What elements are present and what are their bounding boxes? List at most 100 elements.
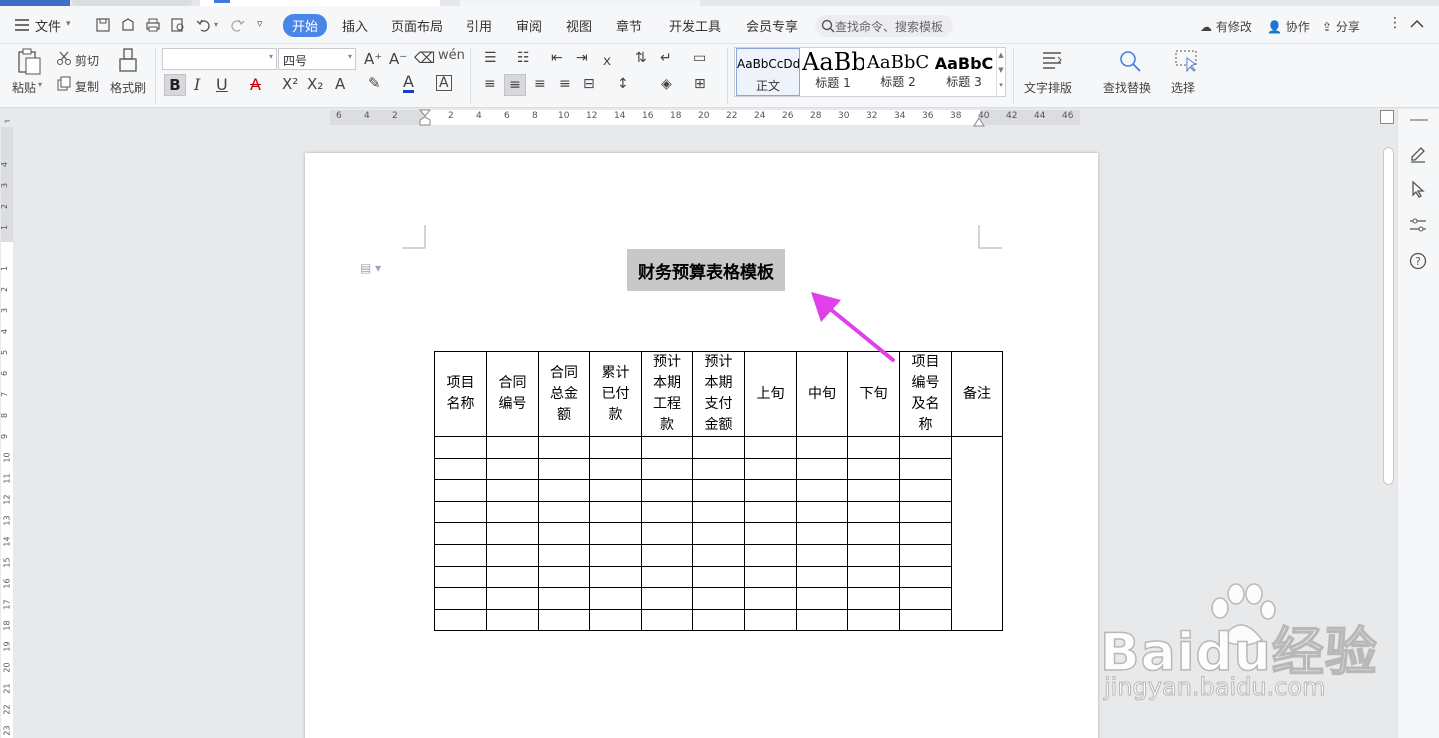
table-cell[interactable] (796, 436, 848, 459)
paste-dropdown-icon[interactable]: ▾ (38, 80, 42, 89)
justify-icon[interactable]: ≡ (559, 76, 571, 92)
chevron-down-icon[interactable]: ▾ (66, 19, 71, 29)
table-cell[interactable] (899, 587, 952, 610)
align-right-icon[interactable]: ≡ (534, 76, 546, 92)
table-cell[interactable] (899, 608, 952, 632)
horizontal-ruler[interactable]: ⌐ 6 4 2 2 4 6 8 10 12 14 16 18 20 22 24 26 28 30 32 34 36 38 4… (0, 109, 1380, 127)
table-header-cell[interactable]: 项目 编号 及名 称 (899, 351, 952, 437)
bold-button[interactable]: B (164, 74, 186, 96)
table-cell[interactable] (434, 565, 487, 589)
decrease-indent-icon[interactable]: ⇤ (551, 50, 563, 66)
tab-insert[interactable]: 插入 (342, 16, 368, 35)
table-cell[interactable] (847, 500, 900, 524)
text-layout-button[interactable]: 文字排版 (1024, 79, 1072, 96)
table-cell[interactable] (641, 543, 693, 567)
superscript-button[interactable]: X² (282, 75, 298, 93)
chinese-layout-icon[interactable]: ｘ (600, 50, 614, 70)
font-name-select[interactable] (162, 48, 277, 70)
table-cell[interactable] (486, 500, 539, 524)
borders-icon[interactable]: ⊞ (694, 76, 706, 92)
indent-marker[interactable] (418, 109, 432, 127)
table-cell[interactable] (641, 565, 693, 589)
table-cell[interactable] (899, 522, 952, 545)
shading-icon[interactable]: ◈ (661, 76, 672, 92)
paragraph-handle-icon[interactable]: ▤ ▾ (360, 261, 386, 277)
italic-button[interactable]: I (194, 75, 200, 94)
table-cell[interactable] (692, 543, 745, 567)
table-cell[interactable] (796, 500, 848, 524)
table-cell[interactable] (744, 436, 797, 459)
table-cell[interactable] (589, 436, 642, 459)
table-cell[interactable] (692, 565, 745, 589)
show-marks-icon[interactable]: ↵ (660, 50, 672, 66)
bullet-list-icon[interactable]: ☰ (484, 50, 497, 66)
tab-review[interactable]: 审阅 (516, 16, 542, 35)
select-icon[interactable] (1174, 49, 1200, 73)
table-header-cell[interactable]: 上旬 (744, 351, 797, 437)
table-cell[interactable] (589, 500, 642, 524)
table-cell[interactable] (692, 608, 745, 632)
table-cell[interactable] (589, 457, 642, 481)
table-cell[interactable] (641, 608, 693, 632)
tab-stop-selector[interactable]: ⌐ (4, 117, 11, 126)
hamburger-icon[interactable] (14, 18, 30, 32)
table-cell[interactable] (692, 522, 745, 545)
find-replace-icon[interactable] (1118, 49, 1142, 73)
tab-developer[interactable]: 开发工具 (669, 16, 721, 35)
table-header-cell[interactable]: 预计 本期 工程 款 (641, 351, 693, 437)
table-cell[interactable] (538, 522, 590, 545)
strikethrough-button[interactable]: A (250, 75, 261, 94)
table-cell[interactable] (899, 479, 952, 502)
table-cell[interactable] (899, 436, 952, 459)
table-cell[interactable] (847, 522, 900, 545)
settings-sliders-icon[interactable] (1408, 215, 1428, 235)
table-cell[interactable] (486, 565, 539, 589)
table-cell[interactable] (744, 543, 797, 567)
table-cell[interactable] (486, 436, 539, 459)
table-cell[interactable] (692, 587, 745, 610)
table-cell[interactable] (796, 565, 848, 589)
align-left-icon[interactable]: ≡ (484, 76, 496, 92)
table-cell[interactable] (847, 565, 900, 589)
table-cell[interactable] (744, 457, 797, 481)
table-cell[interactable] (847, 436, 900, 459)
table-cell[interactable] (796, 522, 848, 545)
highlight-icon[interactable]: ✎ (368, 74, 381, 92)
share-button[interactable]: ⇪ 分享 (1322, 18, 1360, 35)
find-replace-button[interactable]: 查找替换 (1103, 79, 1151, 96)
shrink-font-icon[interactable]: A⁻ (389, 50, 407, 68)
table-cell[interactable] (589, 587, 642, 610)
table-cell[interactable] (899, 543, 952, 567)
document-page[interactable]: ▤ ▾ 财务预算表格模板 项目 名称 合同 编号 合同 总金 额累计 已付 款预计 … (305, 153, 1098, 738)
table-icon[interactable]: ▭ (693, 50, 706, 66)
distribute-icon[interactable]: ⊟ (583, 76, 595, 92)
table-cell[interactable] (692, 500, 745, 524)
table-cell[interactable] (538, 608, 590, 632)
copy-button[interactable]: 复制 (75, 78, 99, 95)
table-cell[interactable] (434, 479, 487, 502)
table-header-cell[interactable]: 合同 编号 (486, 351, 539, 437)
print-preview-icon[interactable] (170, 17, 186, 33)
clear-format-icon[interactable]: ⌫ (414, 49, 435, 67)
table-header-cell[interactable]: 备注 (951, 351, 1003, 437)
line-spacing-icon[interactable]: ↕ (617, 76, 629, 92)
right-indent-marker[interactable] (973, 115, 985, 127)
table-cell[interactable] (434, 543, 487, 567)
table-cell[interactable] (796, 587, 848, 610)
table-cell[interactable] (589, 522, 642, 545)
table-cell[interactable] (847, 457, 900, 481)
font-size-select[interactable]: 四号 (278, 48, 356, 70)
table-cell[interactable] (899, 565, 952, 589)
table-cell[interactable] (589, 479, 642, 502)
style-normal[interactable]: AaBbCcDd 正文 (736, 48, 800, 96)
more-vertical-icon[interactable]: ⋮ (1388, 15, 1402, 31)
table-cell[interactable] (744, 500, 797, 524)
table-cell[interactable] (486, 608, 539, 632)
table-cell[interactable] (538, 543, 590, 567)
paste-icon[interactable] (16, 48, 42, 76)
table-cell[interactable] (641, 436, 693, 459)
table-cell[interactable] (796, 479, 848, 502)
increase-indent-icon[interactable]: ⇥ (576, 50, 588, 66)
table-cell[interactable] (692, 436, 745, 459)
scissors-icon[interactable] (56, 50, 72, 66)
